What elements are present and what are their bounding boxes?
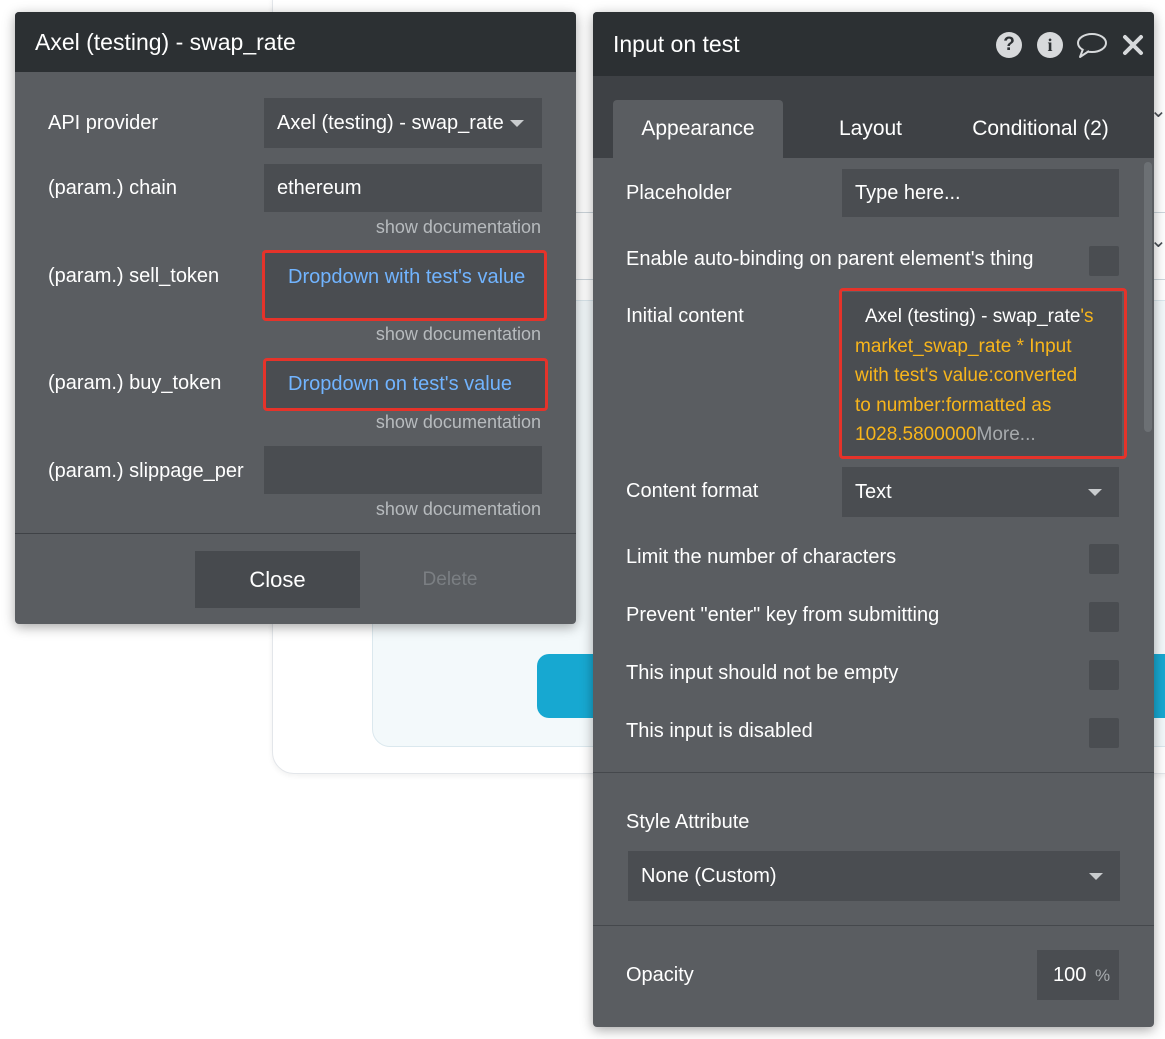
prevent-enter-label: Prevent "enter" key from submitting	[626, 604, 940, 626]
divider	[593, 925, 1154, 926]
api-call-panel: Axel (testing) - swap_rate API provider …	[15, 12, 576, 624]
style-attribute-value: None (Custom)	[641, 865, 777, 887]
limit-characters-checkbox[interactable]	[1089, 544, 1119, 574]
api-provider-label: API provider	[48, 112, 159, 134]
show-documentation-link[interactable]: show documentation	[315, 412, 541, 433]
prevent-enter-checkbox[interactable]	[1089, 602, 1119, 632]
param-chain-value: ethereum	[277, 177, 362, 199]
tab-appearance-label: Appearance	[641, 117, 755, 140]
param-buy-token-label: (param.) buy_token	[48, 372, 222, 394]
param-chain-label: (param.) chain	[48, 177, 177, 199]
delete-button[interactable]: Delete	[385, 551, 515, 608]
chevron-down-icon	[1088, 489, 1102, 496]
opacity-label: Opacity	[626, 964, 694, 986]
close-button-label: Close	[249, 566, 306, 592]
opacity-unit: %	[1094, 966, 1111, 985]
autobinding-checkbox[interactable]	[1089, 246, 1119, 276]
tab-layout-label: Layout	[838, 117, 903, 140]
param-sell-token-label: (param.) sell_token	[48, 265, 220, 287]
param-chain-input[interactable]: ethereum	[264, 164, 542, 212]
sell-token-highlight	[262, 250, 547, 321]
comment-icon[interactable]	[1075, 30, 1109, 60]
api-provider-value: Axel (testing) - swap_rate	[277, 112, 504, 134]
property-panel-header: Input on test	[593, 12, 1154, 76]
autobinding-label: Enable auto-binding on parent element's …	[626, 248, 1034, 270]
not-empty-checkbox[interactable]	[1089, 660, 1119, 690]
tab-conditional-label: Conditional (2)	[972, 117, 1109, 140]
limit-characters-label: Limit the number of characters	[626, 546, 897, 568]
placeholder-value: Type here...	[855, 182, 961, 204]
property-panel-title: Input on test	[613, 30, 740, 57]
initial-content-highlight	[839, 288, 1127, 459]
disabled-checkbox[interactable]	[1089, 718, 1119, 748]
placeholder-label: Placeholder	[626, 182, 732, 204]
help-icon[interactable]: ?	[996, 32, 1022, 58]
param-slippage-input[interactable]	[264, 446, 542, 494]
style-attribute-dropdown[interactable]: None (Custom)	[628, 851, 1120, 901]
content-format-value: Text	[855, 481, 892, 503]
tab-conditional[interactable]: Conditional (2)	[953, 100, 1128, 158]
content-format-label: Content format	[626, 480, 759, 502]
show-documentation-link[interactable]: show documentation	[315, 499, 541, 520]
initial-content-label: Initial content	[626, 305, 744, 327]
opacity-value: 100	[1053, 964, 1087, 986]
tab-layout[interactable]: Layout	[798, 100, 943, 158]
divider	[15, 533, 576, 534]
chevron-down-icon	[510, 120, 524, 127]
style-attribute-label: Style Attribute	[626, 811, 750, 833]
api-provider-dropdown[interactable]: Axel (testing) - swap_rate	[264, 98, 542, 148]
chevron-down-icon	[1089, 873, 1103, 880]
not-empty-label: This input should not be empty	[626, 662, 899, 684]
content-format-dropdown[interactable]: Text	[842, 467, 1119, 517]
divider	[593, 772, 1154, 773]
info-icon[interactable]: i	[1037, 32, 1063, 58]
buy-token-highlight	[263, 358, 548, 411]
delete-button-label: Delete	[422, 568, 478, 590]
close-button[interactable]: Close	[195, 551, 360, 608]
disabled-label: This input is disabled	[626, 720, 813, 742]
property-editor-panel: Input on test ? i Appearance Layout Cond…	[593, 12, 1154, 1027]
opacity-input[interactable]: 100 %	[1037, 950, 1119, 1000]
scrollbar[interactable]	[1144, 162, 1152, 432]
show-documentation-link[interactable]: show documentation	[315, 217, 541, 238]
tab-appearance[interactable]: Appearance	[613, 100, 783, 158]
api-panel-title: Axel (testing) - swap_rate	[15, 12, 576, 72]
show-documentation-link[interactable]: show documentation	[315, 324, 541, 345]
param-slippage-label: (param.) slippage_per	[48, 460, 244, 482]
close-icon[interactable]	[1120, 32, 1146, 58]
placeholder-input[interactable]: Type here...	[842, 169, 1119, 217]
